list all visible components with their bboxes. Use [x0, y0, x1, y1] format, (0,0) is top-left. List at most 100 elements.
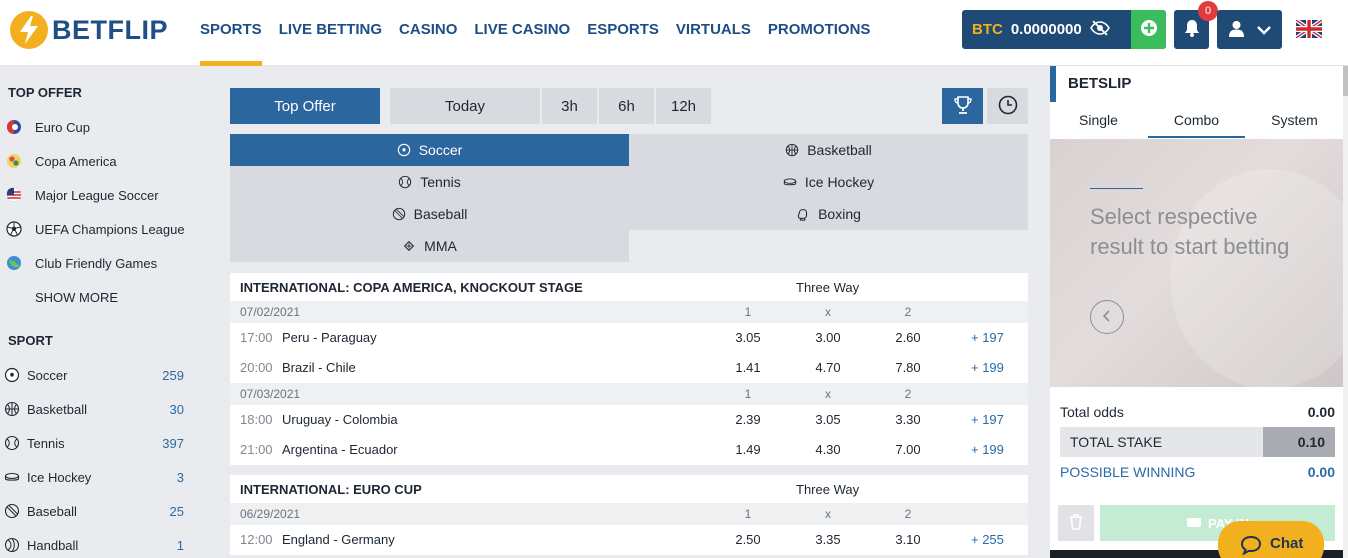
- betslip-empty-state: Select respective result to start bettin…: [1050, 139, 1343, 387]
- wallet-amount: 0.0000000: [1010, 21, 1082, 38]
- page-scrollbar[interactable]: [1343, 66, 1348, 558]
- sport-tab-basketball[interactable]: Basketball: [629, 134, 1028, 166]
- match-row[interactable]: 17:00 Peru - Paraguay 3.05 3.00 2.60 + 1…: [230, 323, 1028, 353]
- filter-today[interactable]: Today: [390, 88, 540, 124]
- more-markets-link[interactable]: + 199: [971, 360, 1004, 375]
- wallet-currency: BTC: [972, 21, 1003, 38]
- odd-2[interactable]: 7.00: [878, 442, 938, 457]
- lightning-icon: [10, 11, 48, 49]
- more-markets-link[interactable]: + 197: [971, 330, 1004, 345]
- show-more-link[interactable]: SHOW MORE: [35, 286, 185, 308]
- filter-top-offer[interactable]: Top Offer: [230, 88, 380, 124]
- sport-tab-boxing[interactable]: Boxing: [629, 198, 1028, 230]
- sidebar-item-ice-hockey[interactable]: Ice Hockey 3: [4, 466, 184, 488]
- sport-tab-baseball[interactable]: Baseball: [230, 198, 629, 230]
- more-markets-link[interactable]: + 255: [971, 532, 1004, 547]
- odd-2[interactable]: 7.80: [878, 360, 938, 375]
- filter-12h[interactable]: 12h: [656, 88, 711, 124]
- trophy-filter-button[interactable]: [942, 88, 983, 124]
- sidebar-item-label: Tennis: [27, 435, 65, 451]
- odd-x[interactable]: 4.30: [798, 442, 858, 457]
- euro-cup-icon: [6, 119, 22, 135]
- handball-icon: [4, 537, 20, 553]
- total-stake-input[interactable]: 0.10: [1263, 427, 1335, 457]
- sidebar-item-label: Basketball: [27, 401, 87, 417]
- odd-x[interactable]: 3.00: [798, 330, 858, 345]
- nav-sports[interactable]: SPORTS: [200, 0, 262, 66]
- user-menu-button[interactable]: [1217, 10, 1282, 49]
- sidebar-item-basketball[interactable]: Basketball 30: [4, 398, 184, 420]
- odd-x[interactable]: 3.35: [798, 532, 858, 547]
- more-markets-link[interactable]: + 197: [971, 412, 1004, 427]
- chat-button[interactable]: Chat: [1218, 521, 1324, 558]
- league-header[interactable]: INTERNATIONAL: COPA AMERICA, KNOCKOUT ST…: [230, 273, 1028, 301]
- match-teams[interactable]: Brazil - Chile: [282, 360, 356, 375]
- sidebar-item-baseball[interactable]: Baseball 25: [4, 500, 184, 522]
- date-row: 06/29/2021 1 x 2: [230, 503, 1028, 525]
- odd-1[interactable]: 3.05: [718, 330, 778, 345]
- filter-3h[interactable]: 3h: [542, 88, 597, 124]
- basketball-icon: [785, 143, 799, 157]
- more-markets-link[interactable]: + 199: [971, 442, 1004, 457]
- betslip-tab-combo[interactable]: Combo: [1148, 110, 1245, 138]
- filter-6h[interactable]: 6h: [599, 88, 654, 124]
- odd-2[interactable]: 3.30: [878, 412, 938, 427]
- nav-virtuals[interactable]: VIRTUALS: [676, 0, 751, 66]
- odd-2[interactable]: 3.10: [878, 532, 938, 547]
- sidebar-item-club-friendly-games[interactable]: Club Friendly Games: [6, 252, 186, 274]
- match-row[interactable]: 20:00 Brazil - Chile 1.41 4.70 7.80 + 19…: [230, 353, 1028, 383]
- nav-live-betting[interactable]: LIVE BETTING: [279, 0, 382, 66]
- sport-tab-mma[interactable]: MMA: [230, 230, 629, 262]
- sidebar-item-tennis[interactable]: Tennis 397: [4, 432, 184, 454]
- chat-bubble-icon: [1240, 535, 1270, 558]
- odd-x[interactable]: 3.05: [798, 412, 858, 427]
- soccer-icon: [397, 143, 411, 157]
- match-row[interactable]: 21:00 Argentina - Ecuador 1.49 4.30 7.00…: [230, 435, 1028, 465]
- match-teams[interactable]: England - Germany: [282, 532, 395, 547]
- odd-1[interactable]: 2.39: [718, 412, 778, 427]
- clock-filter-button[interactable]: [987, 88, 1028, 124]
- nav-esports[interactable]: ESPORTS: [587, 0, 659, 66]
- previous-button[interactable]: [1090, 300, 1124, 334]
- betslip-tab-single[interactable]: Single: [1050, 110, 1147, 138]
- sport-tab-ice-hockey[interactable]: Ice Hockey: [629, 166, 1028, 198]
- chat-label: Chat: [1270, 535, 1304, 552]
- match-row[interactable]: 12:00 England - Germany 2.50 3.35 3.10 +…: [230, 525, 1028, 555]
- betslip-tab-system[interactable]: System: [1246, 110, 1343, 138]
- nav-live-casino[interactable]: LIVE CASINO: [474, 0, 570, 66]
- sport-count: 259: [162, 367, 184, 383]
- odd-2[interactable]: 2.60: [878, 330, 938, 345]
- uk-flag-icon[interactable]: [1294, 18, 1324, 40]
- sport-tab-soccer[interactable]: Soccer: [230, 134, 629, 166]
- betflip-logo[interactable]: BETFLIP: [10, 10, 168, 50]
- nav-casino[interactable]: CASINO: [399, 0, 457, 66]
- match-teams[interactable]: Argentina - Ecuador: [282, 442, 398, 457]
- sidebar-item-handball[interactable]: Handball 1: [4, 534, 184, 556]
- deposit-button[interactable]: [1131, 10, 1166, 49]
- divider: [1090, 188, 1143, 189]
- odd-1[interactable]: 1.41: [718, 360, 778, 375]
- sidebar-item-soccer[interactable]: Soccer 259: [4, 364, 184, 386]
- odd-1[interactable]: 2.50: [718, 532, 778, 547]
- eye-slash-icon[interactable]: [1089, 20, 1110, 39]
- sidebar-item-copa-america[interactable]: Copa America: [6, 150, 186, 172]
- sidebar-item-euro-cup[interactable]: Euro Cup: [6, 116, 186, 138]
- clear-betslip-button[interactable]: [1058, 505, 1094, 541]
- clock-icon: [998, 95, 1018, 118]
- match-teams[interactable]: Peru - Paraguay: [282, 330, 377, 345]
- nav-promotions[interactable]: PROMOTIONS: [768, 0, 871, 66]
- odd-1[interactable]: 1.49: [718, 442, 778, 457]
- league-header[interactable]: INTERNATIONAL: EURO CUP Three Way: [230, 475, 1028, 503]
- total-stake-row[interactable]: TOTAL STAKE 0.10: [1060, 427, 1335, 457]
- scrollbar-thumb[interactable]: [1343, 66, 1348, 96]
- sidebar-item-uefa-champions-league[interactable]: UEFA Champions League: [6, 218, 186, 240]
- odd-x[interactable]: 4.70: [798, 360, 858, 375]
- match-teams[interactable]: Uruguay - Colombia: [282, 412, 398, 427]
- sport-tab-label: Boxing: [818, 206, 861, 222]
- sidebar-item-major-league-soccer[interactable]: Major League Soccer: [6, 184, 186, 206]
- match-row[interactable]: 18:00 Uruguay - Colombia 2.39 3.05 3.30 …: [230, 405, 1028, 435]
- trash-icon: [1069, 513, 1083, 533]
- sport-tab-tennis[interactable]: Tennis: [230, 166, 629, 198]
- copa-america-icon: [6, 153, 22, 169]
- sidebar-item-label: Baseball: [27, 503, 77, 519]
